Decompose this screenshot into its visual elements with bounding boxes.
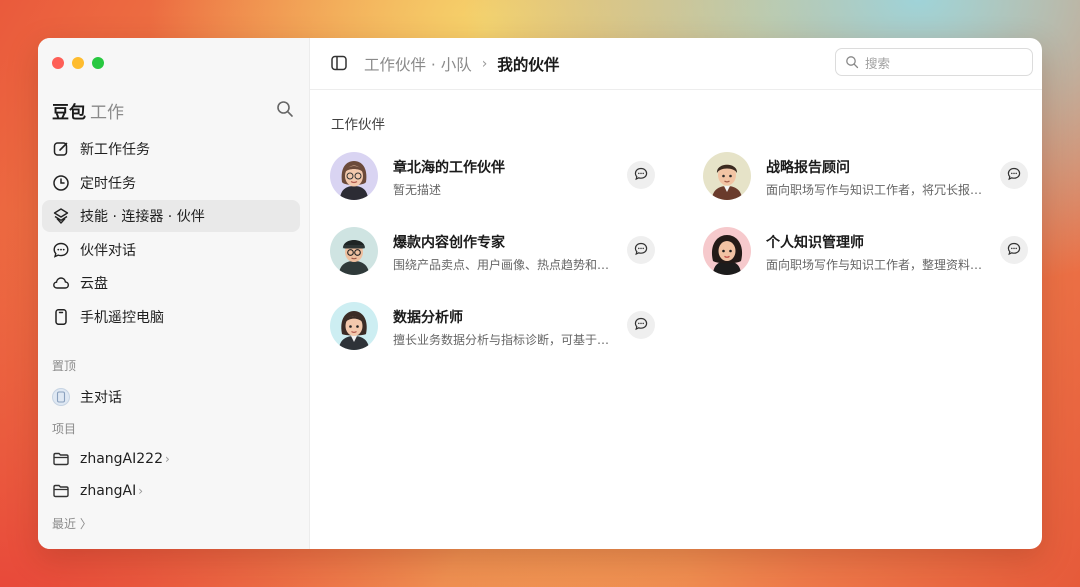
recent-section-label[interactable]: 最近 〉	[52, 515, 92, 532]
partner-card[interactable]: 爆款内容创作专家 围绕产品卖点、用户画像、热点趋势和…	[330, 227, 660, 279]
partner-desc: 围绕产品卖点、用户画像、热点趋势和…	[393, 258, 610, 272]
nav-partner-chat[interactable]: 伙伴对话	[42, 234, 300, 266]
partner-desc: 暂无描述	[393, 183, 442, 197]
nav-phone-remote[interactable]: 手机遥控电脑	[42, 301, 300, 333]
chevron-right-icon: ›	[138, 484, 144, 498]
pinned-item-label: 主对话	[80, 390, 122, 406]
breadcrumb-current: 我的伙伴	[497, 56, 560, 74]
breadcrumb-parent[interactable]: 工作伙伴 · 小队	[364, 53, 472, 75]
partner-desc: 面向职场写作与知识工作者，将冗长报…	[766, 183, 983, 197]
pinned-item-main-chat[interactable]: 主对话	[52, 387, 122, 407]
woman-glasses-avatar	[330, 152, 378, 200]
nav-cloud-drive[interactable]: 云盘	[42, 267, 300, 299]
nav-label: 定时任务	[80, 175, 136, 192]
window-controls	[52, 57, 104, 69]
chevron-right-icon: ›	[481, 56, 488, 72]
partner-name: 爆款内容创作专家	[393, 235, 505, 251]
nav-label: 云盘	[80, 276, 108, 293]
zoom-window-button[interactable]	[92, 57, 104, 69]
chat-button[interactable]	[627, 311, 655, 339]
minimize-window-button[interactable]	[72, 57, 84, 69]
man-suit-avatar	[703, 152, 751, 200]
chat-button[interactable]	[1000, 236, 1028, 264]
partner-name: 个人知识管理师	[766, 235, 864, 251]
brand-name: 豆包	[52, 103, 86, 123]
chat-button[interactable]	[627, 161, 655, 189]
partner-desc: 擅长业务数据分析与指标诊断，可基于…	[393, 333, 610, 347]
nav-skills-connectors-partners[interactable]: 技能 · 连接器 · 伙伴	[42, 200, 300, 233]
layers-icon	[52, 207, 70, 225]
sidebar: 豆包 工作 新工作任务 定时任务 技能 · 连接器 · 伙伴 伙伴对话 云盘 手…	[38, 38, 310, 549]
group-title: 工作伙伴	[331, 117, 385, 133]
app-brand: 豆包 工作	[52, 98, 124, 123]
chat-button[interactable]	[1000, 161, 1028, 189]
project-item[interactable]: zhangAI ›	[52, 482, 143, 500]
brand-sub: 工作	[90, 103, 124, 123]
main-panel: 工作伙伴 · 小队 › 我的伙伴 搜索 工作伙伴 章北海的工作伙伴 暂无描述 战…	[310, 38, 1042, 549]
folder-icon	[52, 482, 70, 500]
folder-icon	[52, 450, 70, 468]
nav-label: 伙伴对话	[80, 242, 136, 259]
chat-bubble-icon	[634, 316, 648, 335]
woman-blazer-avatar	[330, 302, 378, 350]
nav-label: 新工作任务	[80, 142, 150, 158]
chat-bubble-icon	[52, 241, 70, 259]
chat-button[interactable]	[627, 236, 655, 264]
woman-curly-avatar	[703, 227, 751, 275]
partner-card[interactable]: 数据分析师 擅长业务数据分析与指标诊断，可基于…	[330, 302, 660, 354]
nav-scheduled-tasks[interactable]: 定时任务	[42, 167, 300, 199]
partner-name: 章北海的工作伙伴	[393, 160, 505, 176]
chat-bubble-icon	[634, 166, 648, 185]
topbar: 工作伙伴 · 小队 › 我的伙伴 搜索	[310, 38, 1042, 90]
sidebar-nav: 新工作任务 定时任务 技能 · 连接器 · 伙伴 伙伴对话 云盘 手机遥控电脑	[42, 133, 300, 335]
nav-label: 手机遥控电脑	[80, 309, 164, 326]
main-chat-icon	[52, 388, 70, 406]
nav-label: 技能 · 连接器 · 伙伴	[80, 209, 205, 226]
projects-section-label: 项目	[52, 422, 77, 436]
edit-icon	[52, 140, 70, 158]
partner-name: 数据分析师	[393, 310, 463, 326]
close-window-button[interactable]	[52, 57, 64, 69]
clock-icon	[52, 174, 70, 192]
chat-bubble-icon	[1007, 166, 1021, 185]
partner-card[interactable]: 战略报告顾问 面向职场写作与知识工作者，将冗长报…	[703, 152, 1033, 204]
partner-card[interactable]: 章北海的工作伙伴 暂无描述	[330, 152, 660, 204]
cloud-icon	[52, 274, 70, 292]
chat-bubble-icon	[1007, 241, 1021, 260]
partner-desc: 面向职场写作与知识工作者，整理资料…	[766, 258, 983, 272]
partner-name: 战略报告顾问	[766, 160, 850, 176]
nav-new-task[interactable]: 新工作任务	[42, 133, 300, 165]
search-icon[interactable]	[276, 100, 294, 118]
project-label: zhangAI	[80, 483, 137, 499]
search-input[interactable]: 搜索	[835, 48, 1033, 76]
breadcrumb: 工作伙伴 · 小队 › 我的伙伴	[364, 53, 559, 75]
chat-bubble-icon	[634, 241, 648, 260]
search-placeholder: 搜索	[865, 55, 891, 71]
pinned-section-label: 置顶	[52, 359, 77, 373]
project-label: zhangAI222	[80, 451, 163, 467]
chevron-right-icon: ›	[165, 452, 170, 466]
search-icon	[845, 55, 859, 69]
app-window: 豆包 工作 新工作任务 定时任务 技能 · 连接器 · 伙伴 伙伴对话 云盘 手…	[38, 38, 1042, 549]
project-item[interactable]: zhangAI222 ›	[52, 450, 170, 468]
man-beanie-avatar	[330, 227, 378, 275]
sidebar-toggle-icon[interactable]	[330, 54, 348, 72]
phone-icon	[52, 308, 70, 326]
partner-card[interactable]: 个人知识管理师 面向职场写作与知识工作者，整理资料…	[703, 227, 1033, 279]
